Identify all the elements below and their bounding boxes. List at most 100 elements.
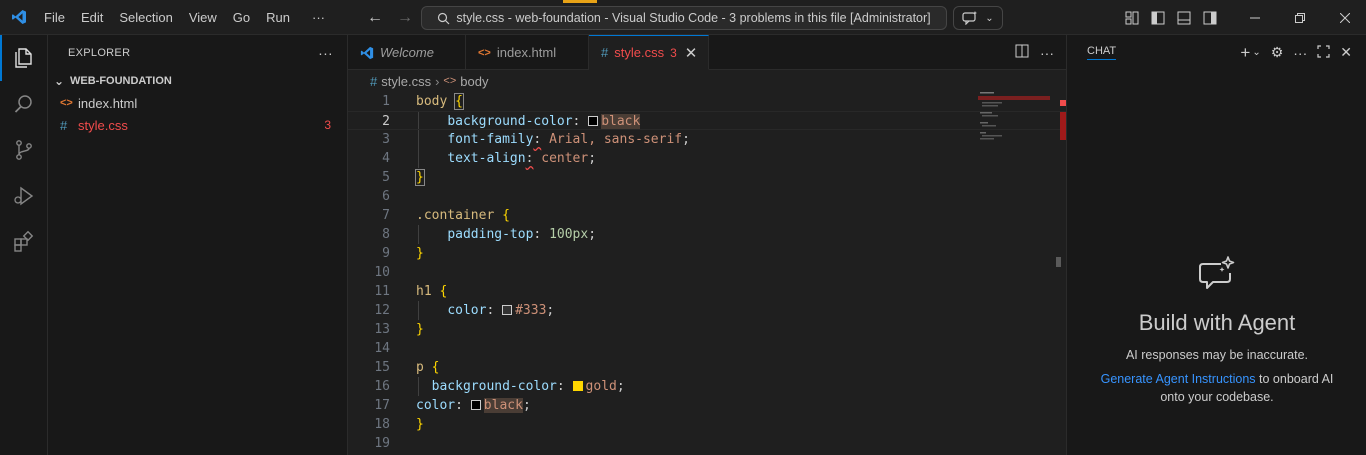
explorer-header: EXPLORER ··· (48, 35, 347, 70)
color-swatch[interactable] (572, 381, 583, 391)
menu-edit[interactable]: Edit (73, 0, 111, 35)
extensions-icon[interactable] (0, 219, 48, 265)
folder-web-foundation[interactable]: ⌄ WEB-FOUNDATION (48, 70, 347, 92)
color-swatch[interactable] (470, 400, 481, 410)
line-number: 13 (374, 322, 390, 337)
line-number: 17 (374, 398, 390, 413)
breadcrumb: # style.css › <> body (348, 70, 1066, 92)
html-file-icon: <> (60, 97, 73, 109)
chat-title[interactable]: CHAT (1087, 45, 1117, 60)
explorer-more-icon[interactable]: ··· (318, 45, 333, 61)
toggle-primary-sidebar-icon[interactable] (1148, 8, 1168, 28)
line-number: 15 (374, 360, 390, 375)
toggle-panel-icon[interactable] (1174, 8, 1194, 28)
line-number: 16 (374, 379, 390, 394)
agent-desc-text: to onboard AI (1255, 372, 1334, 386)
menu-more[interactable]: ··· (304, 0, 333, 35)
search-icon (438, 12, 450, 24)
editor-area: Welcome <> index.html # style.css 3 ✕ ··… (348, 35, 1066, 455)
toggle-secondary-sidebar-icon[interactable] (1200, 8, 1220, 28)
folder-name: WEB-FOUNDATION (70, 75, 172, 87)
customize-layout-icon[interactable] (1122, 8, 1142, 28)
close-window-icon[interactable] (1322, 0, 1366, 35)
line-number: 19 (374, 436, 390, 451)
tab-label: style.css (614, 45, 665, 60)
css-value: black (601, 114, 641, 129)
explorer-sidebar: EXPLORER ··· ⌄ WEB-FOUNDATION <> index.h… (48, 35, 348, 455)
problem-count-badge: 3 (324, 118, 331, 132)
minimap[interactable] (978, 92, 1054, 152)
split-editor-icon[interactable] (1014, 43, 1030, 62)
file-index-html[interactable]: <> index.html (48, 92, 347, 114)
code-line: 3 font-family: Arial, sans-serif; (348, 130, 1066, 149)
code-editor[interactable]: 1 body { 2 background-color: black 3 font… (348, 92, 1066, 455)
line-number: 8 (382, 227, 390, 242)
css-file-icon: # (60, 117, 68, 133)
maximize-icon[interactable] (1317, 44, 1330, 61)
symbol-icon: <> (443, 75, 457, 87)
breadcrumb-symbol[interactable]: body (460, 74, 488, 89)
code-line: 5} (348, 168, 1066, 187)
tab-label: index.html (496, 45, 557, 60)
code-line: 4 text-align: center; (348, 149, 1066, 168)
file-style-css[interactable]: # style.css 3 (48, 114, 347, 136)
chat-header: CHAT + ⌄ ⚙ ··· ✕ (1067, 35, 1366, 70)
close-icon[interactable]: ✕ (1340, 44, 1352, 61)
chevron-right-icon: › (435, 73, 440, 89)
tab-style-css[interactable]: # style.css 3 ✕ (589, 35, 709, 70)
menu-selection[interactable]: Selection (111, 0, 180, 35)
menu-view[interactable]: View (181, 0, 225, 35)
code-line: 17 color: black; (348, 396, 1066, 415)
color-swatch[interactable] (502, 305, 513, 315)
breadcrumb-file[interactable]: style.css (381, 74, 431, 89)
generate-instructions-link[interactable]: Generate Agent Instructions (1101, 372, 1256, 386)
minimize-icon[interactable] (1232, 0, 1277, 35)
css-property: font-family (447, 132, 534, 147)
code-line: 11 h1 { (348, 282, 1066, 301)
back-arrow-icon[interactable]: ← (364, 7, 386, 29)
css-value: Arial, sans-serif (549, 132, 683, 147)
line-number: 18 (374, 417, 390, 432)
run-debug-icon[interactable] (0, 173, 48, 219)
explorer-icon[interactable] (0, 35, 48, 81)
copilot-button[interactable]: ⌄ (953, 6, 1003, 30)
agent-heading: Build with Agent (1138, 310, 1296, 335)
line-number: 4 (382, 151, 390, 166)
forward-arrow-icon[interactable]: → (394, 7, 416, 29)
copilot-chat-icon (962, 11, 978, 25)
menu-run[interactable]: Run (258, 0, 298, 35)
menu-go[interactable]: Go (225, 0, 258, 35)
search-view-icon[interactable] (0, 81, 48, 127)
line-number: 12 (374, 303, 390, 318)
code-line: 12 color: #333; (348, 301, 1066, 320)
html-file-icon: <> (478, 46, 491, 59)
source-control-icon[interactable] (0, 127, 48, 173)
restore-icon[interactable] (1277, 0, 1322, 35)
scrollbar-thumb[interactable] (1056, 257, 1061, 267)
chat-actions: + ⌄ ⚙ ··· ✕ (1240, 35, 1352, 70)
chevron-down-icon[interactable]: ⌄ (1252, 47, 1260, 58)
css-property: padding-top (447, 227, 534, 242)
tab-welcome[interactable]: Welcome (348, 35, 466, 70)
tab-index-html[interactable]: <> index.html (466, 35, 589, 70)
code-line: 9} (348, 244, 1066, 263)
css-property: background-color (447, 114, 573, 129)
chat-more-icon[interactable]: ··· (1293, 45, 1307, 61)
menu-file[interactable]: File (36, 0, 73, 35)
gear-icon[interactable]: ⚙ (1271, 44, 1284, 61)
explorer-title: EXPLORER (68, 46, 131, 59)
close-icon[interactable]: ✕ (685, 44, 698, 62)
file-name: style.css (78, 117, 128, 133)
chat-panel: CHAT + ⌄ ⚙ ··· ✕ Build with Agent AI res… (1066, 35, 1366, 455)
code-line: 14 (348, 339, 1066, 358)
editor-more-icon[interactable]: ··· (1040, 45, 1054, 61)
css-selector: .container (416, 208, 495, 223)
command-center[interactable]: style.css - web-foundation - Visual Stud… (421, 6, 947, 30)
color-swatch[interactable] (588, 116, 599, 126)
code-line: 7 .container { (348, 206, 1066, 225)
vscode-logo-icon (360, 46, 374, 59)
chat-sparkle-icon (1199, 256, 1235, 289)
new-chat-icon[interactable]: + (1240, 43, 1250, 63)
layout-controls (1122, 0, 1220, 35)
line-number: 5 (382, 170, 390, 185)
